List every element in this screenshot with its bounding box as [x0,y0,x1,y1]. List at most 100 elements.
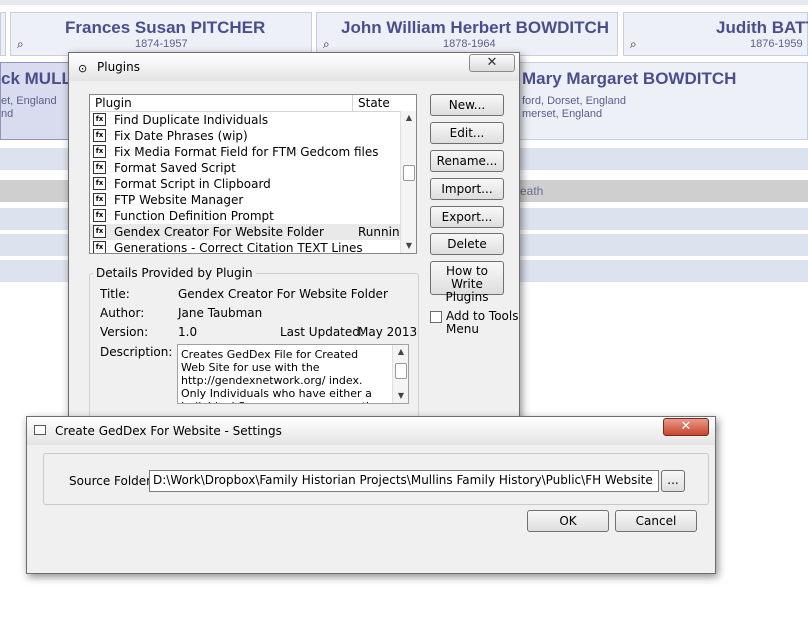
magnifier-icon[interactable]: ⌕ [17,37,24,52]
plugin-list-item[interactable]: fx Fix Date Phrases (wip) [90,128,400,144]
scroll-down-arrow-icon[interactable]: ▼ [401,239,416,253]
plugin-script-icon: fx [93,129,106,142]
description-text: Creates GedDex File for Created Web Site… [181,348,380,403]
person-place: merset, England [522,108,603,120]
last-updated-label: Last Updated: [280,325,364,339]
plugin-script-icon: fx [93,161,106,174]
add-to-tools-label[interactable]: Add to Tools [446,309,518,323]
title-label: Title: [100,287,130,301]
plugins-title: Plugins [97,60,140,74]
add-to-tools-checkbox[interactable] [430,311,442,323]
settings-dialog: Create GedDex For Website - Settings ✕ S… [26,416,716,574]
browse-button[interactable]: ... [661,470,685,492]
import-button[interactable]: Import... [430,178,504,200]
how-to-write-plugins-button[interactable]: How to Write Plugins [430,261,504,304]
tree-top-strip [0,0,808,5]
rename-button[interactable]: Rename... [430,150,504,172]
plugin-list-item[interactable]: fx Fix Media Format Field for FTM Gedcom … [90,144,400,160]
column-header-state[interactable]: State [358,96,390,110]
source-folder-input[interactable]: D:\Work\Dropbox\Family Historian Project… [149,470,659,492]
last-updated-value: May 2013 [358,325,418,339]
person-name: ck MULLI [1,69,77,88]
version-value: 1.0 [178,325,198,339]
person-card[interactable]: Mary Margaret BOWDITCH ford, Dorset, Eng… [512,62,808,140]
plugin-list-item[interactable]: fx Format Script in Clipboard [90,176,400,192]
add-to-tools-label-line2: Menu [446,322,479,336]
version-label: Version: [100,325,149,339]
person-card-focus[interactable]: ck MULLI et, England nd [0,62,77,140]
description-label: Description: [100,345,173,359]
person-place: ford, Dorset, England [522,95,626,107]
plugin-list-item[interactable]: fx FTP Website Manager [90,192,400,208]
plugins-titlebar[interactable]: ⊙ Plugins ✕ [69,53,519,81]
column-header-plugin[interactable]: Plugin [95,96,132,110]
person-dates: 1876-1959 [750,38,803,50]
description-box[interactable]: Creates GedDex File for Created Web Site… [177,344,409,404]
person-name: Judith BATT [716,18,808,37]
person-card[interactable] [0,12,6,56]
close-icon[interactable]: ✕ [663,418,709,436]
person-dates: 1878-1964 [443,38,496,50]
plugin-name: Gendex Creator For Website Folder [114,225,324,239]
author-value: Jane Taubman [178,306,263,320]
plugin-name: Fix Media Format Field for FTM Gedcom fi… [114,145,379,159]
plugin-script-icon: fx [93,225,106,238]
how-to-label-line2: Plugins [445,290,489,304]
person-card[interactable]: Frances Susan PITCHER 1874-1957 ⌕ [10,12,312,56]
plugin-name: FTP Website Manager [114,193,244,207]
tree-row-text: eath [520,184,544,198]
person-card[interactable]: Judith BATT 1876-1959 ⌕ [623,12,808,56]
settings-title: Create GedDex For Website - Settings [55,424,282,438]
person-name: Frances Susan PITCHER [65,18,266,37]
details-group-legend: Details Provided by Plugin [93,266,256,280]
plugin-list[interactable]: Plugin State fx Find Duplicate Individual… [89,94,417,254]
scroll-thumb[interactable] [403,165,415,181]
description-scrollbar[interactable]: ▲ ▼ [392,345,408,403]
plugin-list-item[interactable]: fx Find Duplicate Individuals [90,112,400,128]
person-place: nd [1,108,14,120]
plugin-name: Format Script in Clipboard [114,177,271,191]
plugins-dialog: ⊙ Plugins ✕ Plugin State fx Find Duplicat… [68,52,520,423]
person-name: Mary Margaret BOWDITCH [522,69,737,88]
plugin-list-scrollbar[interactable]: ▲ ▼ [400,111,416,253]
plugin-name: Find Duplicate Individuals [114,113,269,127]
person-place: et, England [1,95,57,107]
scroll-up-arrow-icon[interactable]: ▲ [401,111,416,125]
delete-button[interactable]: Delete [430,233,504,255]
ok-button[interactable]: OK [527,510,609,532]
how-to-label-line1: How to Write [445,264,489,291]
scroll-up-arrow-icon[interactable]: ▲ [393,345,408,359]
plugin-name: Format Saved Script [114,161,236,175]
plugin-script-icon: fx [93,113,106,126]
plugin-list-item[interactable]: fx Gendex Creator For Website Folder Runni… [90,224,407,240]
close-icon[interactable]: ✕ [469,54,515,72]
magnifier-icon[interactable]: ⌕ [630,37,637,52]
cancel-button[interactable]: Cancel [615,510,697,532]
settings-window-icon [34,425,46,435]
plugin-script-icon: fx [93,177,106,190]
plugin-name: Fix Date Phrases (wip) [114,129,248,143]
plugin-list-item[interactable]: fx Generations - Correct Citation TEXT Li… [90,240,400,254]
person-name: John William Herbert BOWDITCH [341,18,610,37]
person-dates: 1874-1957 [135,38,188,50]
column-divider [352,95,353,111]
settings-titlebar[interactable]: Create GedDex For Website - Settings ✕ [27,417,715,445]
author-label: Author: [100,306,145,320]
plugin-list-header: Plugin State [90,95,416,112]
magnifier-icon[interactable]: ⌕ [323,37,330,52]
plugin-script-icon: fx [93,145,106,158]
person-card[interactable]: John William Herbert BOWDITCH 1878-1964 … [316,12,618,56]
plugin-list-item[interactable]: fx Format Saved Script [90,160,400,176]
plugin-list-item[interactable]: fx Function Definition Prompt [90,208,400,224]
edit-button[interactable]: Edit... [430,122,504,144]
export-button[interactable]: Export... [430,206,504,228]
plugin-script-icon: fx [93,209,106,222]
title-value: Gendex Creator For Website Folder [178,287,388,301]
scroll-down-arrow-icon[interactable]: ▼ [393,389,408,403]
new-button[interactable]: New... [430,94,504,116]
plugin-script-icon: fx [93,241,106,253]
scroll-thumb[interactable] [395,363,407,379]
source-folder-label: Source Folder [69,474,152,488]
plugin-name: Generations - Correct Citation TEXT Line… [114,241,363,254]
plugins-window-icon: ⊙ [78,62,88,75]
